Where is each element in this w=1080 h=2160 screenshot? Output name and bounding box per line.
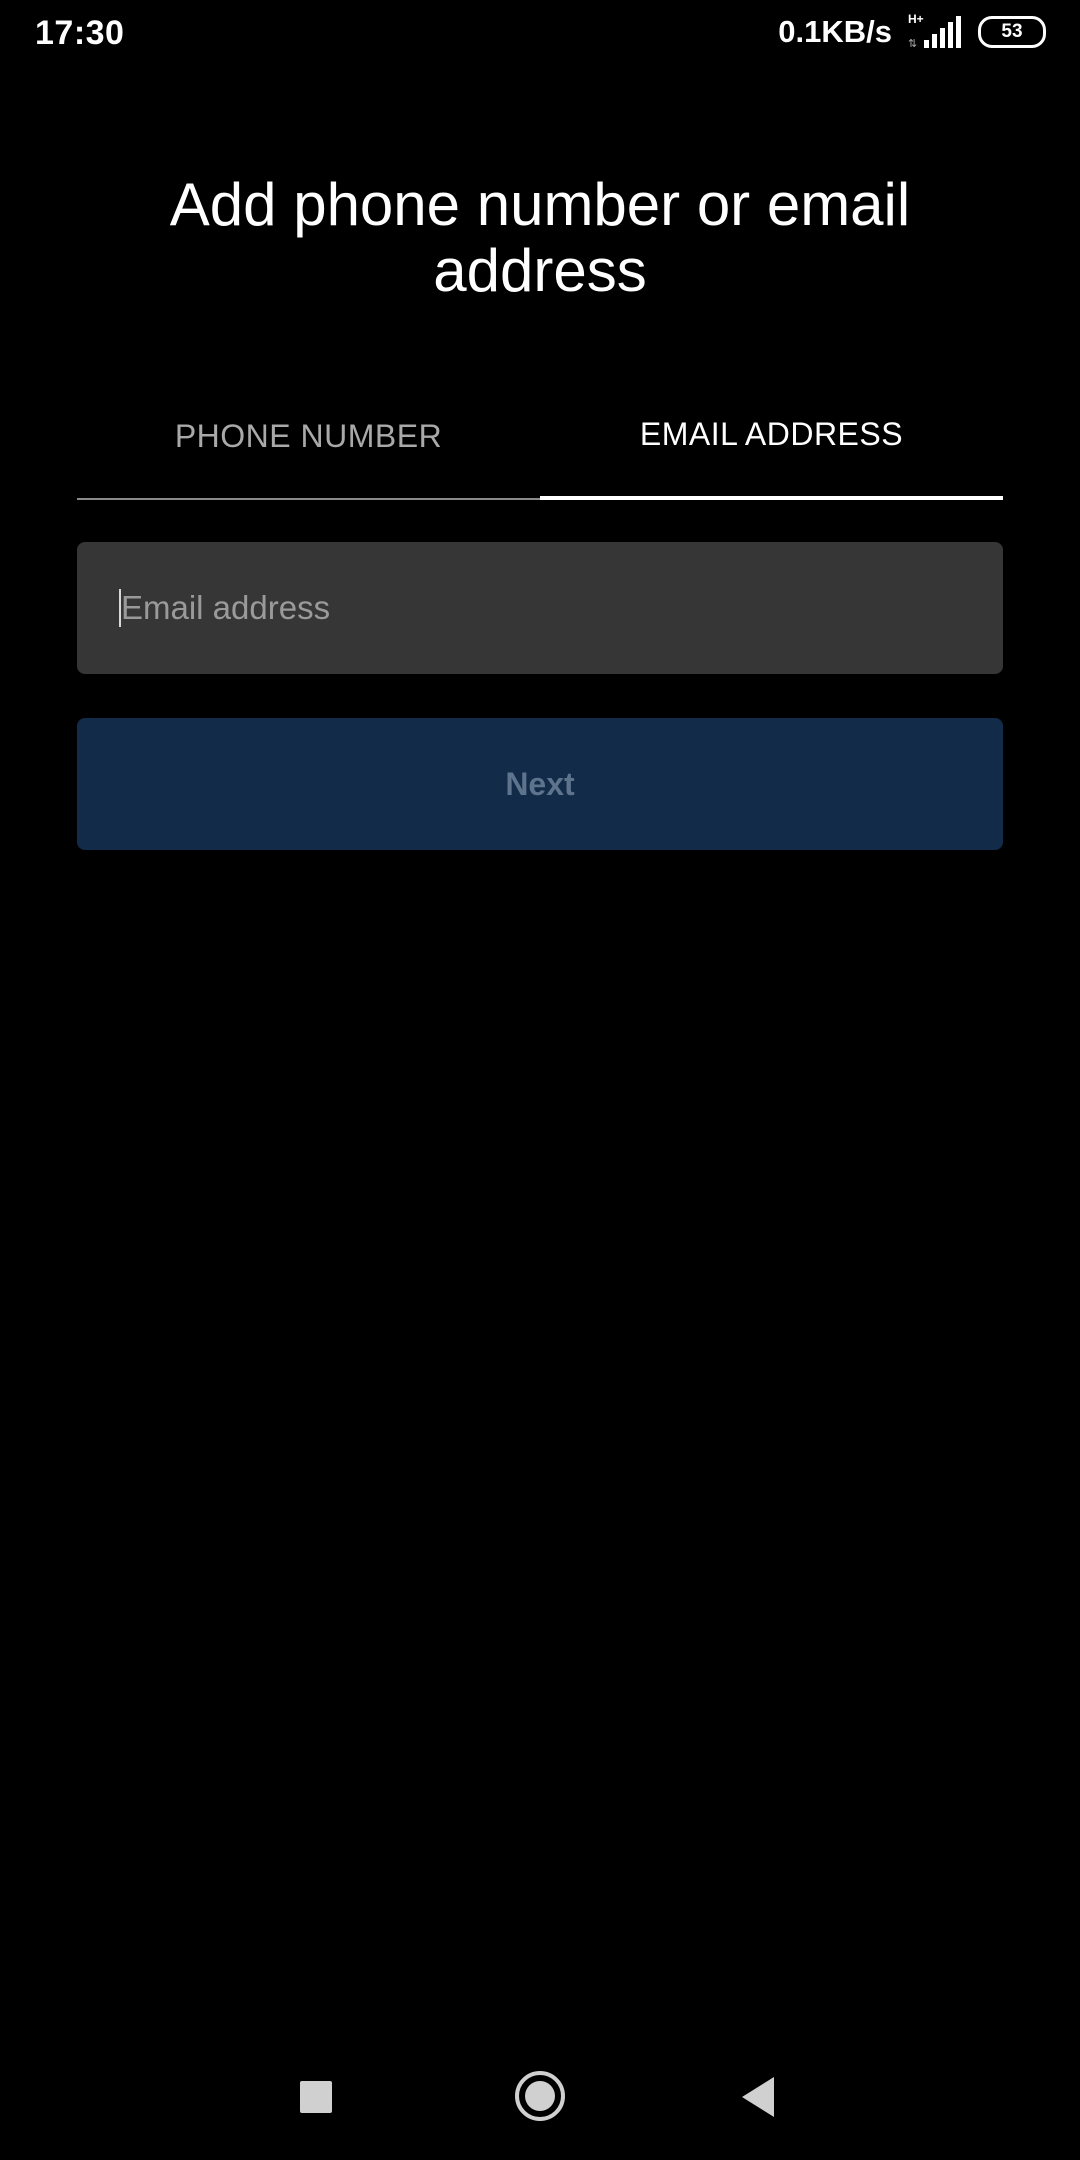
circle-home-icon[interactable]: [515, 2071, 565, 2121]
square-recents-icon[interactable]: [300, 2081, 332, 2113]
tab-phone-number-label: PHONE NUMBER: [174, 418, 443, 454]
page-title: Add phone number or email address: [169, 171, 911, 304]
tab-email-address[interactable]: EMAIL ADDRESS: [540, 396, 1003, 500]
navigation-bar: [0, 2040, 1080, 2160]
tab-bar: PHONE NUMBER EMAIL ADDRESS: [77, 396, 1003, 500]
tab-phone-number[interactable]: PHONE NUMBER: [77, 396, 540, 500]
cell-signal-icon: H+ ⇅: [906, 12, 964, 50]
next-button[interactable]: Next: [77, 718, 1003, 850]
battery-level: 53: [1001, 21, 1023, 42]
email-field-container: [77, 542, 1003, 674]
data-activity-icon: ⇅: [908, 38, 918, 50]
battery-icon: 53: [978, 16, 1046, 48]
network-speed: 0.1KB/s: [778, 14, 892, 49]
tab-email-address-label: EMAIL ADDRESS: [639, 416, 904, 452]
network-type: H+: [908, 12, 924, 26]
status-time: 17:30: [35, 14, 125, 52]
status-icons: 0.1KB/s H+ ⇅ 53: [778, 12, 1046, 52]
triangle-back-icon[interactable]: [742, 2077, 774, 2117]
email-field[interactable]: [119, 589, 961, 627]
status-bar: 17:30 0.1KB/s H+ ⇅ 53: [0, 0, 1080, 66]
